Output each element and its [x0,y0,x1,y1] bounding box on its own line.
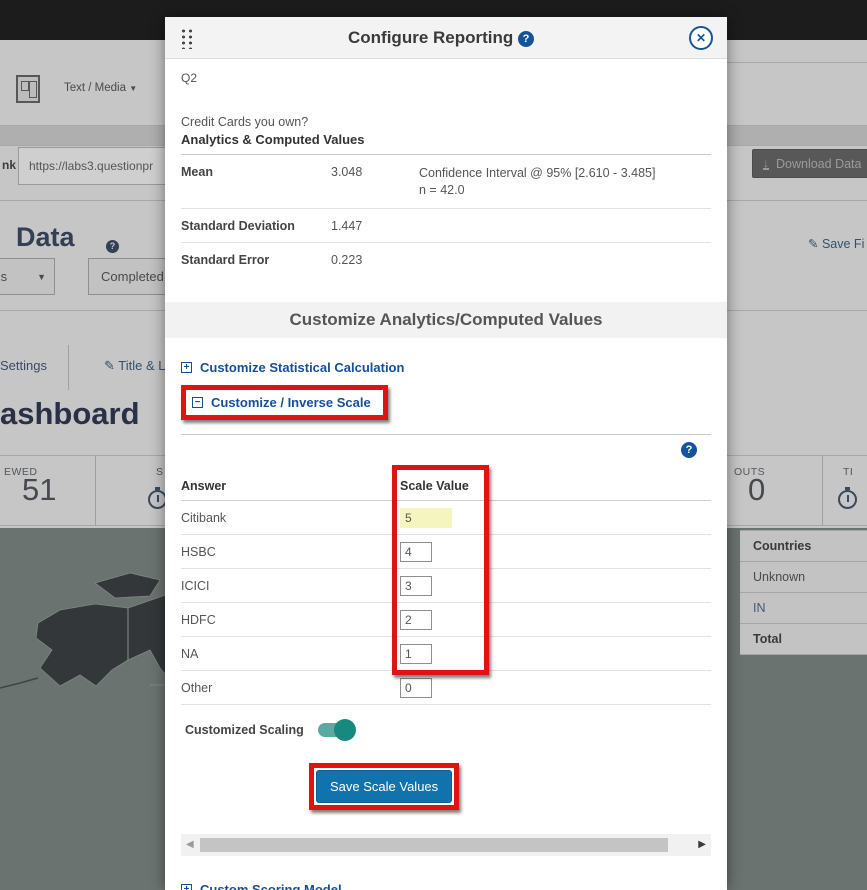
customized-scaling-label: Customized Scaling [185,723,304,737]
country-row[interactable]: IN [740,593,867,624]
tab-title-layout[interactable]: ✎ Title & L [104,358,166,374]
stat-viewed-value: 51 [22,472,56,508]
link-field-label: nk [2,158,16,172]
scale-value-input[interactable] [400,644,432,664]
drag-handle-icon[interactable] [179,27,193,49]
dashboard-heading: ashboard [0,396,140,432]
survey-link-input[interactable] [18,147,170,185]
help-icon[interactable]: ? [106,240,119,253]
chevron-down-icon: ▼ [129,84,137,93]
column-header-scale-value: Scale Value [400,479,711,493]
close-icon[interactable]: ✕ [689,26,713,50]
analytics-header: Analytics & Computed Values [181,129,711,155]
modal-title: Configure Reporting [348,28,513,47]
save-filter-link[interactable]: ✎ Save Fi [808,236,864,251]
status-select[interactable]: tatus ▼ [0,258,55,295]
tab-settings[interactable]: Settings [0,358,47,373]
scale-value-input[interactable] [400,678,432,698]
page-title: Data [16,222,75,253]
customize-banner: Customize Analytics/Computed Values [165,302,727,338]
table-row: NA [181,637,711,671]
countries-total: Total [740,624,867,655]
section-custom-scoring-model[interactable]: + Custom Scoring Model [181,882,711,890]
column-header-answer: Answer [181,479,400,493]
collapse-icon: − [192,397,203,408]
annotation-box-inverse-scale: − Customize / Inverse Scale [181,385,388,420]
divider [95,455,96,525]
question-code: Q2 [181,71,711,85]
stopwatch-icon [838,490,857,509]
scroll-right-icon[interactable]: ▶ [698,840,706,850]
table-row: Citibank [181,501,711,535]
table-row: HDFC [181,603,711,637]
confidence-interval: Confidence Interval @ 95% [2.610 - 3.485… [419,165,711,182]
section-inverse-scale[interactable]: − Customize / Inverse Scale [192,395,371,410]
scale-value-input[interactable] [400,508,452,528]
expand-icon: + [181,884,192,890]
download-data-button[interactable]: ↓ Download Data [752,149,867,178]
scale-value-input[interactable] [400,610,432,630]
horizontal-scrollbar[interactable]: ◀ ▶ [181,834,711,856]
toggle-knob [334,719,356,741]
section-statistical-calculation[interactable]: + Customize Statistical Calculation [181,360,711,375]
scrollbar-track[interactable] [200,838,693,852]
annotation-box-save-button: Save Scale Values [309,763,459,810]
table-row: HSBC [181,535,711,569]
table-row: ICICI [181,569,711,603]
analytics-row: Mean 3.048 Confidence Interval @ 95% [2.… [181,155,711,209]
scale-table-header: Answer Scale Value [181,471,711,501]
stat-time-label: TI [843,466,853,478]
edit-icon: ✎ [104,358,115,373]
text-media-menu[interactable]: Text / Media ▼ [64,82,137,94]
help-icon[interactable]: ? [518,31,534,47]
countries-header: Countries [740,531,867,562]
download-icon: ↓ [763,158,769,170]
help-icon[interactable]: ? [681,442,697,458]
edit-icon: ✎ [808,237,818,251]
divider [68,345,69,390]
divider [822,455,823,525]
analytics-row: Standard Error 0.223 [181,243,711,276]
stat-dropouts-value: 0 [748,472,765,508]
scroll-left-icon[interactable]: ◀ [186,840,194,850]
divider [181,434,711,435]
configure-reporting-modal: Configure Reporting ? ✕ Q2 Credit Cards … [165,17,727,890]
question-text: Credit Cards you own? [181,115,711,129]
save-scale-values-button[interactable]: Save Scale Values [316,770,452,803]
scale-value-input[interactable] [400,576,432,596]
countries-panel: Countries Unknown IN Total [740,530,867,655]
text-media-icon [16,75,40,103]
divider [727,62,867,63]
stat-started-label: S [156,466,164,478]
scrollbar-thumb[interactable] [200,838,668,852]
sample-size: n = 42.0 [419,182,711,199]
modal-header: Configure Reporting ? ✕ [165,17,727,59]
country-row: Unknown [740,562,867,593]
analytics-row: Standard Deviation 1.447 [181,209,711,243]
expand-icon: + [181,362,192,373]
chevron-down-icon: ▼ [37,272,46,282]
table-row: Other [181,671,711,705]
scale-value-input[interactable] [400,542,432,562]
scale-value-table: Answer Scale Value Citibank HSBC ICICI H… [181,471,711,705]
customized-scaling-toggle[interactable] [318,723,354,737]
